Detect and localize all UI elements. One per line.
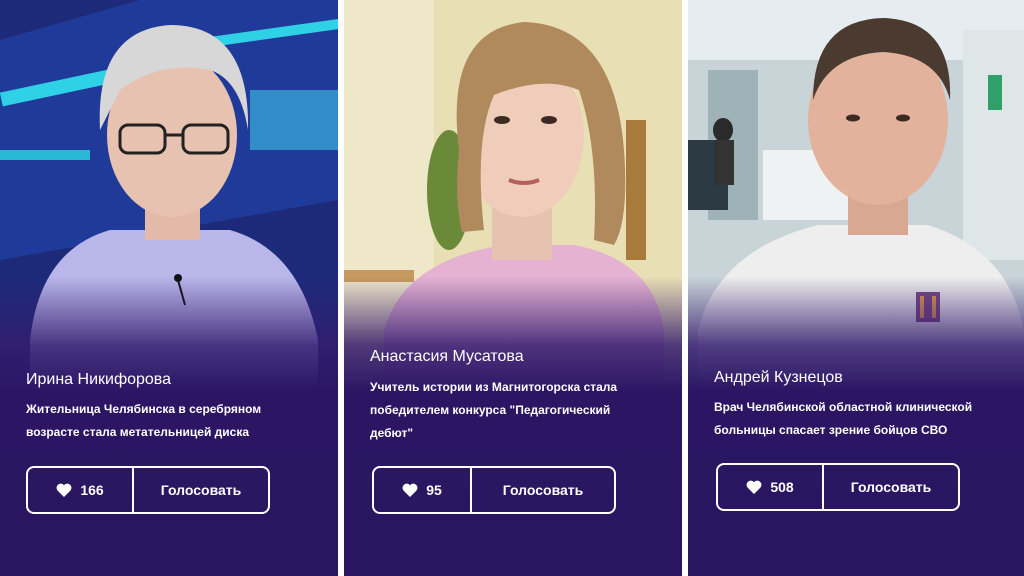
candidate-description: Врач Челябинской областной клинической б… xyxy=(714,400,973,437)
candidate-name: Андрей Кузнецов xyxy=(714,369,843,386)
vote-button[interactable]: Голосовать xyxy=(134,468,268,512)
candidates-grid: Ирина Никифорова Жительница Челябинска в… xyxy=(0,0,1024,576)
like-counter[interactable]: 166 xyxy=(28,468,134,512)
vote-panel: 95 Голосовать xyxy=(372,466,616,514)
like-count: 166 xyxy=(80,482,104,498)
vote-button[interactable]: Голосовать xyxy=(472,468,614,512)
vote-panel: 166 Голосовать xyxy=(26,466,270,514)
like-count: 508 xyxy=(770,479,794,495)
candidate-card-kuznetsov: Андрей Кузнецов Врач Челябинской областн… xyxy=(688,0,1024,576)
candidate-description: Учитель истории из Магнитогорска стала п… xyxy=(370,380,618,440)
like-counter[interactable]: 95 xyxy=(374,468,472,512)
vote-button[interactable]: Голосовать xyxy=(824,465,958,509)
candidate-name: Ирина Никифорова xyxy=(26,371,172,388)
heart-icon xyxy=(56,483,72,497)
heart-icon xyxy=(402,483,418,497)
candidate-name: Анастасия Мусатова xyxy=(370,348,524,365)
candidate-card-nikiforova: Ирина Никифорова Жительница Челябинска в… xyxy=(0,0,338,576)
candidate-card-musatova: Анастасия Мусатова Учитель истории из Ма… xyxy=(344,0,682,576)
heart-icon xyxy=(746,480,762,494)
candidate-description: Жительница Челябинска в серебряном возра… xyxy=(26,402,262,439)
vote-panel: 508 Голосовать xyxy=(716,463,960,511)
like-count: 95 xyxy=(426,482,442,498)
like-counter[interactable]: 508 xyxy=(718,465,824,509)
